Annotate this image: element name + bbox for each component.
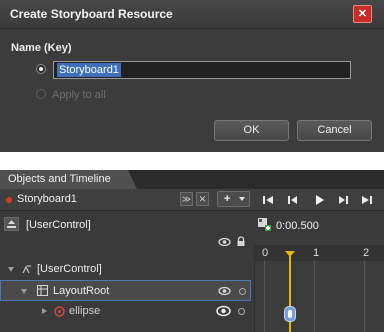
storyboard-close-button[interactable]: ✕: [196, 192, 209, 206]
new-storyboard-button[interactable]: +: [217, 191, 250, 207]
scope-up-button[interactable]: [4, 217, 19, 231]
current-time[interactable]: 0:00.500: [276, 220, 319, 232]
expand-icon[interactable]: [42, 308, 47, 314]
playback-next-icon[interactable]: [337, 194, 349, 206]
storyboard-expand-button[interactable]: ≫: [180, 192, 193, 206]
recording-dot-icon: [6, 197, 12, 203]
tree-item-layoutroot[interactable]: LayoutRoot: [0, 280, 251, 301]
apply-to-all-label: Apply to all: [52, 89, 106, 101]
ok-button[interactable]: OK: [214, 120, 289, 141]
close-button[interactable]: ✕: [353, 5, 372, 23]
scope-row: [UserControl] 0:00.500: [0, 211, 384, 245]
close-icon: ✕: [357, 8, 368, 20]
playback-last-icon[interactable]: [361, 194, 373, 206]
time-ruler[interactable]: 0 1 2: [255, 245, 384, 261]
grid-icon: [37, 285, 48, 296]
tab-objects-timeline[interactable]: Objects and Timeline: [0, 170, 137, 189]
playback-first-icon[interactable]: [262, 194, 274, 206]
name-radio[interactable]: [36, 64, 46, 74]
dialog-title: Create Storyboard Resource: [10, 7, 173, 21]
storyboard-name[interactable]: Storyboard1: [17, 193, 77, 205]
eye-icon[interactable]: [218, 286, 231, 296]
lock-toggle-icon[interactable]: [238, 308, 245, 315]
objects-timeline-panel: Objects and Timeline Storyboard1 ≫ ✕ + […: [0, 170, 384, 332]
double-chevron-icon: ≫: [181, 194, 192, 204]
timeline-gridline: [264, 261, 265, 332]
tree-item-ellipse[interactable]: ellipse: [0, 301, 254, 322]
eye-icon[interactable]: [216, 305, 231, 317]
keyframe-marker[interactable]: [284, 306, 296, 322]
ruler-tick-2: 2: [363, 247, 370, 259]
name-input[interactable]: Storyboard1: [53, 61, 351, 79]
play-icon[interactable]: [313, 194, 325, 206]
panel-tabstrip: Objects and Timeline: [0, 170, 384, 189]
dialog-titlebar: Create Storyboard Resource ✕: [0, 0, 384, 29]
ellipse-icon: [54, 306, 65, 317]
create-storyboard-dialog: Create Storyboard Resource ✕ Name (Key) …: [0, 0, 384, 152]
close-icon: ✕: [198, 194, 207, 204]
timeline-gridline: [364, 261, 365, 332]
playback-prev-icon[interactable]: [287, 194, 299, 206]
expand-icon[interactable]: [8, 267, 14, 272]
chevron-down-icon: [239, 197, 245, 201]
cancel-button[interactable]: Cancel: [297, 120, 372, 141]
scope-label: [UserControl]: [26, 219, 91, 231]
timeline-gridline: [314, 261, 315, 332]
tree-item-label: [UserControl]: [37, 263, 102, 275]
ruler-tick-0: 0: [262, 247, 269, 259]
lock-icon[interactable]: [236, 236, 246, 247]
tree-item-label: LayoutRoot: [53, 285, 110, 297]
timeline-area[interactable]: 0 1 2: [254, 245, 384, 332]
plus-icon: +: [224, 193, 231, 205]
expand-icon[interactable]: [21, 289, 27, 294]
arrow-up-icon: [7, 220, 16, 228]
tree-item-usercontrol[interactable]: [UserControl]: [0, 259, 254, 280]
keyframe-add-icon[interactable]: [257, 217, 271, 231]
user-control-icon: [22, 265, 31, 274]
lock-toggle-icon[interactable]: [239, 288, 246, 295]
name-key-label: Name (Key): [11, 42, 72, 54]
eye-icon[interactable]: [218, 237, 231, 247]
storyboard-row: Storyboard1 ≫ ✕ +: [0, 189, 384, 211]
name-input-value: Storyboard1: [57, 63, 121, 77]
ruler-tick-1: 1: [313, 247, 320, 259]
tree-item-label: ellipse: [69, 305, 101, 317]
apply-to-all-radio[interactable]: [36, 89, 46, 99]
